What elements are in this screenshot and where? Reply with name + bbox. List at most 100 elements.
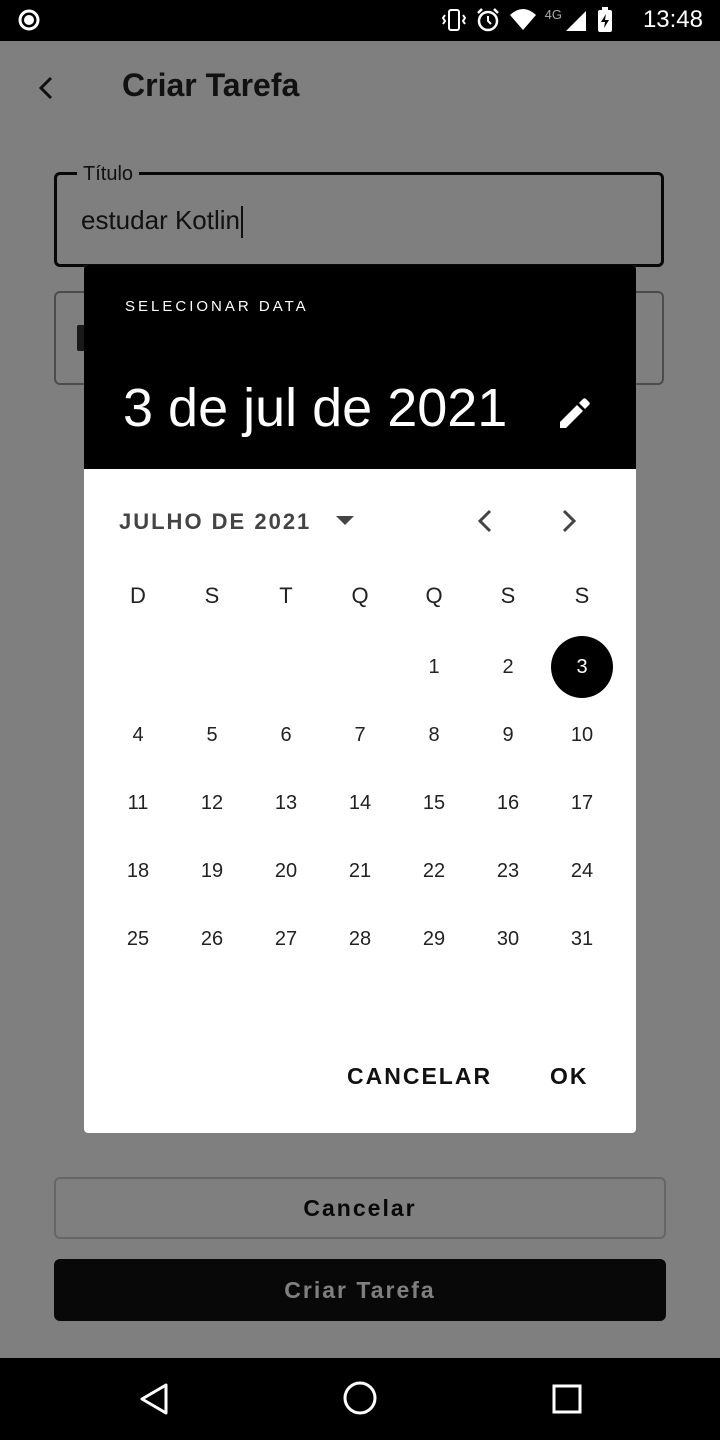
calendar-empty-cell — [323, 633, 397, 701]
dialog-actions: CANCELAR OK — [84, 1055, 636, 1115]
calendar-day[interactable]: 13 — [249, 769, 323, 837]
network-label: 4G — [544, 7, 562, 22]
calendar-empty-cell — [175, 633, 249, 701]
vibrate-icon — [441, 9, 466, 31]
calendar-day[interactable]: 8 — [397, 701, 471, 769]
month-year-label[interactable]: JULHO DE 2021 — [119, 509, 311, 535]
calendar-day[interactable]: 15 — [397, 769, 471, 837]
calendar-day-number: 19 — [200, 859, 224, 882]
date-picker-header: SELECIONAR DATA 3 de jul de 2021 — [84, 265, 636, 469]
signal-icon — [566, 11, 586, 31]
status-bar: 4G 13:48 — [0, 0, 720, 41]
calendar-day[interactable]: 6 — [249, 701, 323, 769]
dropdown-arrow-icon[interactable] — [334, 513, 356, 527]
calendar-day[interactable]: 24 — [545, 837, 619, 905]
calendar-day-number: 28 — [348, 927, 372, 950]
edit-pencil-icon[interactable] — [556, 396, 592, 432]
calendar-day-number: 30 — [496, 927, 520, 950]
calendar-day[interactable]: 10 — [545, 701, 619, 769]
calendar-day[interactable]: 4 — [101, 701, 175, 769]
calendar-day[interactable]: 16 — [471, 769, 545, 837]
selected-date-text: 3 de jul de 2021 — [123, 378, 508, 438]
nav-recents-icon[interactable] — [552, 1384, 582, 1414]
calendar-day-number: 26 — [200, 927, 224, 950]
calendar-day[interactable]: 14 — [323, 769, 397, 837]
calendar-day[interactable]: 22 — [397, 837, 471, 905]
calendar-week-row: 25 26 27 28 29 30 31 — [101, 905, 619, 973]
calendar-day[interactable]: 7 — [323, 701, 397, 769]
calendar-day[interactable]: 5 — [175, 701, 249, 769]
calendar-day[interactable]: 18 — [101, 837, 175, 905]
notification-icon — [18, 9, 40, 31]
alarm-icon — [476, 8, 499, 32]
calendar-day-number: 15 — [422, 791, 446, 814]
weekday-label: S — [204, 583, 220, 608]
calendar-week-row: 1 2 3 — [101, 633, 619, 701]
calendar-day-number: 29 — [422, 927, 446, 950]
calendar-day-number: 12 — [200, 791, 224, 814]
weekday-header: D S T Q Q S S — [101, 583, 619, 619]
calendar-day-number: 1 — [428, 655, 440, 678]
calendar-day-number: 21 — [348, 859, 372, 882]
calendar-day[interactable]: 30 — [471, 905, 545, 973]
dialog-cancel-button[interactable]: CANCELAR — [347, 1063, 492, 1090]
weekday-label: Q — [425, 583, 443, 608]
previous-month-icon[interactable] — [472, 507, 500, 535]
calendar-day[interactable]: 28 — [323, 905, 397, 973]
calendar-day[interactable]: 17 — [545, 769, 619, 837]
calendar-day-number: 24 — [570, 859, 594, 882]
date-picker-dialog: SELECIONAR DATA 3 de jul de 2021 JULHO D… — [84, 265, 636, 1133]
calendar-day-number: 10 — [570, 723, 594, 746]
calendar-day-number: 4 — [132, 723, 144, 746]
weekday-label: S — [500, 583, 516, 608]
calendar-week-row: 11 12 13 14 15 16 17 — [101, 769, 619, 837]
clock: 13:48 — [642, 6, 703, 33]
calendar-day[interactable]: 12 — [175, 769, 249, 837]
calendar-day[interactable]: 9 — [471, 701, 545, 769]
dialog-ok-button[interactable]: OK — [550, 1063, 589, 1090]
calendar-day-number: 14 — [348, 791, 372, 814]
calendar-empty-cell — [249, 633, 323, 701]
weekday-label: T — [279, 583, 293, 608]
calendar-day-selected[interactable]: 3 — [545, 633, 619, 701]
calendar-day-number: 17 — [570, 791, 594, 814]
calendar-day-number: 8 — [428, 723, 440, 746]
calendar-day-number: 6 — [280, 723, 292, 746]
calendar-day-number: 13 — [274, 791, 298, 814]
calendar-empty-cell — [101, 633, 175, 701]
calendar-day-number: 5 — [206, 723, 218, 746]
calendar-day-number: 31 — [570, 927, 594, 950]
calendar-day-number: 20 — [274, 859, 298, 882]
battery-charging-icon — [598, 7, 612, 32]
calendar-day[interactable]: 20 — [249, 837, 323, 905]
next-month-icon[interactable] — [554, 507, 582, 535]
calendar-day[interactable]: 31 — [545, 905, 619, 973]
calendar-day-number: 3 — [551, 636, 613, 698]
calendar-day[interactable]: 21 — [323, 837, 397, 905]
calendar-grid: 1 2 3 4 5 6 7 8 9 10 11 12 13 14 15 16 17 18 19 20 21 22 23 24 2… — [101, 633, 619, 973]
calendar-day-number: 25 — [126, 927, 150, 950]
calendar-day[interactable]: 23 — [471, 837, 545, 905]
nav-back-icon[interactable] — [138, 1382, 172, 1416]
calendar-week-row: 18 19 20 21 22 23 24 — [101, 837, 619, 905]
nav-home-icon[interactable] — [342, 1380, 378, 1416]
calendar-day-number: 16 — [496, 791, 520, 814]
weekday-label: S — [574, 583, 590, 608]
calendar-day[interactable]: 2 — [471, 633, 545, 701]
calendar-day-number: 9 — [502, 723, 514, 746]
calendar-day-number: 11 — [127, 791, 149, 814]
calendar-day[interactable]: 1 — [397, 633, 471, 701]
navigation-bar — [0, 1358, 720, 1440]
calendar-day[interactable]: 25 — [101, 905, 175, 973]
calendar-day-number: 2 — [502, 655, 514, 678]
calendar-week-row: 4 5 6 7 8 9 10 — [101, 701, 619, 769]
calendar-day[interactable]: 19 — [175, 837, 249, 905]
status-icons: 4G — [441, 7, 614, 33]
month-navigation: JULHO DE 2021 — [84, 469, 636, 569]
calendar-day[interactable]: 29 — [397, 905, 471, 973]
weekday-label: Q — [351, 583, 369, 608]
calendar-day[interactable]: 27 — [249, 905, 323, 973]
date-picker-caption: SELECIONAR DATA — [125, 298, 309, 315]
calendar-day[interactable]: 11 — [101, 769, 175, 837]
calendar-day[interactable]: 26 — [175, 905, 249, 973]
